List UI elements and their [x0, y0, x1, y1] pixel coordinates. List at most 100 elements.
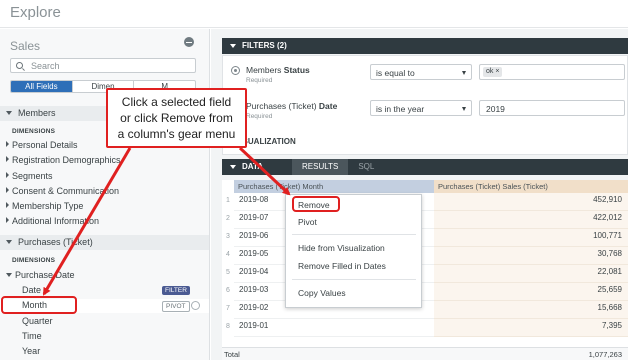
group-label: Purchase Date	[15, 270, 75, 280]
group-purchase-date[interactable]: Purchase Date	[6, 270, 75, 280]
results-table: Purchases (Ticket) Month Purchases (Tick…	[222, 180, 628, 360]
model-name: Sales	[10, 39, 41, 53]
row-number: 3	[226, 233, 230, 240]
filter-value-field[interactable]: 2019	[479, 100, 625, 116]
table-cell-sales[interactable]: 25,659	[434, 283, 628, 301]
caret-right-icon	[6, 156, 9, 162]
collapse-icon[interactable]	[184, 37, 194, 47]
row-number: 1	[226, 197, 230, 204]
table-cell-sales[interactable]: 452,910	[434, 193, 628, 211]
callout-line: a column's gear menu	[117, 127, 236, 141]
section-purchases[interactable]: Purchases (Ticket)	[0, 235, 209, 250]
field-time[interactable]: Time	[22, 331, 42, 341]
column-header-sales[interactable]: Purchases (Ticket) Sales (Ticket)	[434, 180, 628, 193]
callout-line: Click a selected field	[121, 95, 232, 109]
data-header-label: DATA	[242, 162, 264, 171]
row-number: 7	[226, 305, 230, 312]
row-number: 8	[226, 323, 230, 330]
caret-right-icon	[6, 217, 9, 223]
group-segments[interactable]: Segments	[6, 171, 53, 181]
explore-screen: Explore Sales Search All Fields Dimen M …	[0, 0, 628, 360]
group-registration-demographics[interactable]: Registration Demographics	[6, 155, 121, 165]
group-additional-information[interactable]: Additional Information	[6, 216, 99, 226]
chevron-down-icon	[462, 107, 466, 111]
totals-row: Total 1,077,263	[222, 347, 628, 360]
group-label: Additional Information	[12, 216, 100, 226]
operator-value: is equal to	[376, 68, 415, 78]
filter-label-prefix: Members	[246, 65, 284, 75]
tab-all-fields[interactable]: All Fields	[11, 81, 73, 92]
table-cell-sales[interactable]: 422,012	[434, 211, 628, 229]
menu-divider	[292, 279, 416, 280]
field-date[interactable]: Date	[22, 285, 41, 295]
caret-right-icon	[6, 172, 9, 178]
top-header: Explore	[0, 0, 628, 28]
value-chip[interactable]: ok ×	[483, 67, 503, 77]
group-consent[interactable]: Consent & Communication	[6, 186, 119, 196]
table-cell-sales[interactable]: 7,395	[434, 319, 628, 337]
table-cell-sales[interactable]: 100,771	[434, 229, 628, 247]
field-year[interactable]: Year	[22, 346, 40, 356]
required-text: Required	[246, 113, 273, 120]
caret-right-icon	[6, 141, 9, 147]
filter-value-text: 2019	[486, 104, 505, 114]
page-title: Explore	[10, 4, 61, 21]
group-personal-details[interactable]: Personal Details	[6, 140, 78, 150]
operator-value: is in the year	[376, 104, 425, 114]
filter-label-field: Status	[283, 65, 310, 75]
table-cell-month[interactable]: 2019-01	[234, 319, 434, 337]
operator-select[interactable]: is in the year	[370, 100, 472, 116]
group-membership-type[interactable]: Membership Type	[6, 201, 83, 211]
caret-down-icon	[6, 240, 12, 244]
caret-right-icon	[6, 202, 9, 208]
caret-down-icon	[6, 273, 12, 277]
section-members-label: Members	[18, 108, 56, 118]
data-header[interactable]: DATA RESULTS SQL	[222, 159, 628, 175]
menu-item-copy-values[interactable]: Copy Values	[298, 288, 346, 298]
search-icon	[16, 62, 23, 69]
dimensions-heading: DIMENSIONS	[12, 128, 56, 135]
total-label: Total	[224, 350, 240, 359]
section-purchases-label: Purchases (Ticket)	[18, 237, 93, 247]
filters-header[interactable]: FILTERS (2)	[222, 38, 628, 54]
instruction-callout: Click a selected field or click Remove f…	[106, 88, 247, 148]
filter-value-field[interactable]: ok ×	[479, 64, 625, 80]
column-header-label: Purchases (Ticket) Month	[238, 182, 324, 191]
purchases-dimensions-heading: DIMENSIONS	[12, 257, 56, 264]
search-input[interactable]: Search	[10, 58, 196, 73]
column-header-month[interactable]: Purchases (Ticket) Month	[234, 180, 434, 193]
table-cell-sales[interactable]: 30,768	[434, 247, 628, 265]
table-cell-sales[interactable]: 15,668	[434, 301, 628, 319]
group-label: Segments	[12, 171, 53, 181]
tab-sql[interactable]: SQL	[348, 159, 384, 175]
group-label: Membership Type	[12, 201, 84, 211]
tab-results[interactable]: RESULTS	[292, 159, 349, 175]
menu-item-hide-from-visualization[interactable]: Hide from Visualization	[298, 243, 385, 253]
callout-line: or click Remove from	[120, 111, 233, 125]
menu-item-remove-filled-in-dates[interactable]: Remove Filled in Dates	[298, 261, 386, 271]
caret-down-icon	[230, 44, 236, 48]
menu-divider	[292, 234, 416, 235]
menu-item-pivot[interactable]: Pivot	[298, 217, 317, 227]
filter-label-prefix: Purchases (Ticket)	[246, 101, 319, 111]
search-placeholder: Search	[31, 61, 60, 71]
filter-label: Members Status	[246, 65, 310, 75]
chevron-down-icon	[462, 71, 466, 75]
filter-label-field: Date	[318, 101, 338, 111]
gear-icon[interactable]	[231, 66, 240, 75]
column-header-label: Purchases (Ticket) Sales (Ticket)	[438, 182, 548, 191]
group-label: Registration Demographics	[12, 155, 121, 165]
filter-tag[interactable]: FILTER	[162, 286, 190, 295]
filters-header-label: FILTERS (2)	[242, 41, 287, 50]
group-label: Personal Details	[12, 140, 78, 150]
group-label: Consent & Communication	[12, 186, 120, 196]
field-quarter[interactable]: Quarter	[22, 316, 53, 326]
operator-select[interactable]: is equal to	[370, 64, 472, 80]
month-highlight	[1, 296, 77, 314]
table-cell-sales[interactable]: 22,081	[434, 265, 628, 283]
caret-down-icon	[230, 165, 236, 169]
pivot-tag[interactable]: PIVOT	[162, 301, 190, 312]
row-number: 6	[226, 287, 230, 294]
gear-icon[interactable]	[191, 301, 200, 310]
caret-down-icon	[6, 111, 12, 115]
